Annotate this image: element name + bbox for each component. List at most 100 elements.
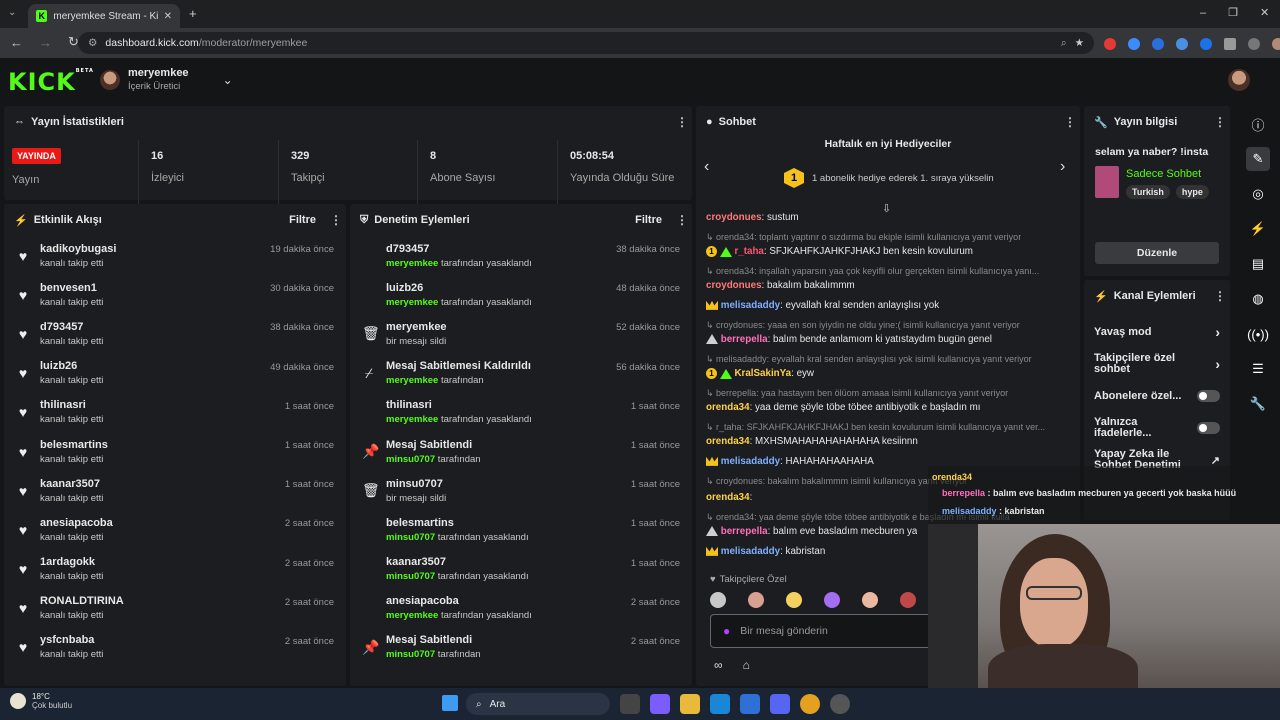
toggle-switch[interactable] [1197, 422, 1220, 434]
chat-username[interactable]: orenda34 [706, 402, 750, 413]
activity-username[interactable]: benvesen1 [40, 282, 260, 294]
list-icon[interactable]: ☰ [1246, 357, 1270, 381]
chat-username[interactable]: KralSakinYa [734, 368, 791, 379]
moderation-target[interactable]: Mesaj Sabitlendi [386, 634, 621, 646]
chat-username[interactable]: croydonues [706, 280, 762, 291]
moderator-name[interactable]: minsu0707 [386, 532, 435, 543]
filter-button[interactable]: Filtre [289, 214, 316, 226]
emote-icon[interactable] [786, 592, 802, 608]
chat-username[interactable]: orenda34 [706, 492, 750, 503]
emote-icon[interactable] [824, 592, 840, 608]
moderation-target[interactable]: thilinasri [386, 399, 621, 411]
category-link[interactable]: Sadece Sohbet [1126, 168, 1201, 180]
points-icon[interactable]: ∞ [714, 658, 723, 672]
moderation-item[interactable]: kaanar3507 minsu0707 tarafından yasaklan… [350, 550, 692, 589]
zoom-icon[interactable]: ⌕ [1061, 37, 1067, 50]
moderation-target[interactable]: luizb26 [386, 282, 606, 294]
chevron-left-icon[interactable]: ‹ [704, 158, 709, 176]
moderation-target[interactable]: minsu0707 [386, 478, 621, 490]
activity-username[interactable]: thilinasri [40, 399, 275, 411]
moderation-item[interactable]: 📌 Mesaj Sabitlendi minsu0707 tarafından … [350, 628, 692, 667]
forward-icon[interactable]: → [39, 35, 52, 50]
back-icon[interactable]: ← [10, 35, 23, 50]
activity-username[interactable]: belesmartins [40, 439, 275, 451]
moderation-target[interactable]: Mesaj Sabitlemesi Kaldırıldı [386, 360, 606, 372]
microphone-icon[interactable]: ● [723, 624, 730, 638]
task-view-icon[interactable] [620, 694, 640, 714]
pencil-icon[interactable]: ✎ [1246, 147, 1270, 171]
moderation-target[interactable]: Mesaj Sabitlendi [386, 439, 621, 451]
chat-username[interactable]: melisadaddy [721, 546, 780, 557]
camera-icon[interactable]: ◎ [1246, 182, 1270, 206]
bookmark-star-icon[interactable]: ★ [1075, 37, 1084, 49]
new-tab-icon[interactable]: + [189, 6, 197, 21]
file-explorer-icon[interactable] [680, 694, 700, 714]
activity-username[interactable]: ysfcnbaba [40, 634, 275, 646]
moderation-target[interactable]: d793457 [386, 243, 606, 255]
more-options-icon[interactable]: ⋮ [1214, 289, 1226, 303]
channel-switcher[interactable]: meryemkee İçerik Üretici ⌄ [100, 67, 233, 92]
activity-username[interactable]: d793457 [40, 321, 260, 333]
edge-icon[interactable] [710, 694, 730, 714]
moderation-target[interactable]: anesiapacoba [386, 595, 621, 607]
kick-logo[interactable]: KICKBETA [8, 68, 94, 96]
wrench-icon[interactable]: 🔧 [1246, 392, 1270, 416]
moderation-target[interactable]: meryemkee [386, 321, 606, 333]
moderation-target[interactable]: belesmartins [386, 517, 621, 529]
more-options-icon[interactable]: ⋮ [330, 213, 342, 227]
activity-item[interactable]: ♥ 1ardagokk kanalı takip etti 2 saat önc… [4, 550, 346, 589]
moderator-name[interactable]: minsu0707 [386, 571, 435, 582]
more-options-icon[interactable]: ⋮ [676, 115, 688, 129]
activity-item[interactable]: ♥ d793457 kanalı takip etti 38 dakika ön… [4, 314, 346, 353]
channel-action-item[interactable]: Yavaş mod › [1084, 316, 1230, 348]
extension-icon[interactable] [1104, 38, 1116, 50]
obs-icon[interactable] [830, 694, 850, 714]
moderation-item[interactable]: anesiapacoba meryemkee tarafından yasakl… [350, 589, 692, 628]
edit-button[interactable]: Düzenle [1095, 242, 1219, 264]
emote-icon[interactable] [710, 592, 726, 608]
broadcast-icon[interactable]: ((•)) [1246, 322, 1270, 346]
activity-username[interactable]: RONALDTIRINA [40, 595, 275, 607]
moderation-item[interactable]: ⌿ Mesaj Sabitlemesi Kaldırıldı meryemkee… [350, 354, 692, 393]
more-options-icon[interactable]: ⋮ [1064, 115, 1076, 129]
activity-username[interactable]: kadikoybugasi [40, 243, 260, 255]
chrome-icon[interactable] [800, 694, 820, 714]
toggle-switch[interactable] [1197, 390, 1220, 402]
chevron-right-icon[interactable]: › [1060, 158, 1065, 176]
chat-username[interactable]: melisadaddy [721, 300, 780, 311]
extensions-puzzle-icon[interactable] [1224, 38, 1236, 50]
moderation-item[interactable]: 📌 Mesaj Sabitlendi minsu0707 tarafından … [350, 432, 692, 471]
browser-tab[interactable]: K meryemkee Stream - Kick Dashb ✕ [28, 4, 180, 28]
tag[interactable]: Turkish [1126, 185, 1170, 199]
activity-item[interactable]: ♥ thilinasri kanalı takip etti 1 saat ön… [4, 393, 346, 432]
chat-username[interactable]: orenda34 [706, 436, 750, 447]
lightning-icon[interactable]: ⚡ [1246, 217, 1270, 241]
chat-username[interactable]: berrepella [721, 334, 768, 345]
channel-action-item[interactable]: Yalnızca ifadelerle... [1084, 412, 1230, 444]
activity-username[interactable]: luizb26 [40, 360, 260, 372]
profile-avatar[interactable] [1272, 38, 1280, 50]
moderator-name[interactable]: meryemkee [386, 297, 438, 308]
activity-item[interactable]: ♥ ysfcnbaba kanalı takip etti 2 saat önc… [4, 628, 346, 667]
moderator-name[interactable]: minsu0707 [386, 649, 435, 660]
maximize-icon[interactable]: ❐ [1228, 6, 1238, 19]
moderation-item[interactable]: luizb26 meryemkee tarafından yasaklandı … [350, 275, 692, 314]
close-tab-icon[interactable]: ✕ [164, 11, 172, 22]
tag[interactable]: hype [1175, 185, 1209, 199]
taskbar-search[interactable]: ⌕ Ara [466, 693, 610, 715]
chat-username[interactable]: berrepella [721, 526, 768, 537]
extension-icon[interactable] [1152, 38, 1164, 50]
activity-username[interactable]: anesiapacoba [40, 517, 275, 529]
site-info-icon[interactable]: ⚙ [88, 37, 97, 49]
moderation-item[interactable]: d793457 meryemkee tarafından yasaklandı … [350, 236, 692, 275]
activity-item[interactable]: ♥ kaanar3507 kanalı takip etti 1 saat ön… [4, 471, 346, 510]
minimize-icon[interactable]: – [1200, 7, 1206, 19]
activity-username[interactable]: kaanar3507 [40, 478, 275, 490]
close-window-icon[interactable]: ✕ [1260, 6, 1269, 19]
activity-username[interactable]: 1ardagokk [40, 556, 275, 568]
user-avatar[interactable] [1228, 69, 1250, 91]
chat-username[interactable]: r_taha [734, 246, 763, 257]
activity-item[interactable]: ♥ luizb26 kanalı takip etti 49 dakika ön… [4, 354, 346, 393]
activity-item[interactable]: ♥ belesmartins kanalı takip etti 1 saat … [4, 432, 346, 471]
discord-icon[interactable] [770, 694, 790, 714]
